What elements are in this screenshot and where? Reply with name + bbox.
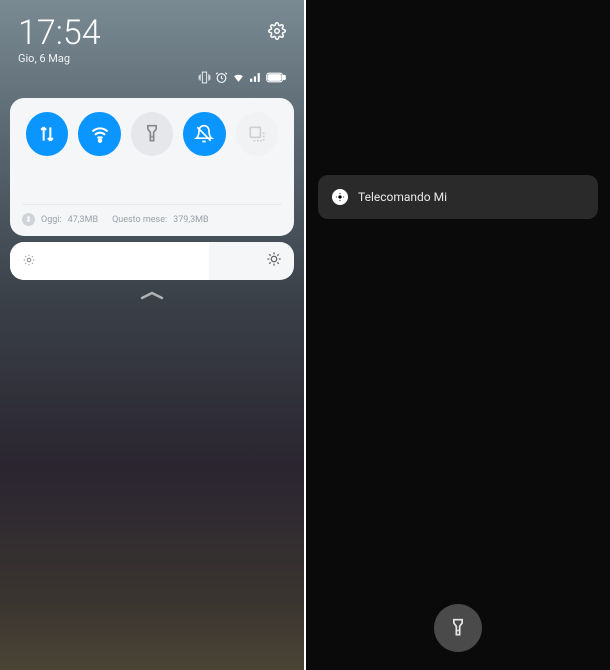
usage-month-label: Questo mese: [112,215,167,225]
brightness-low-icon [22,252,36,271]
date: Gio, 6 Mag [18,52,101,65]
signal-icon [249,71,262,84]
gear-icon [268,22,286,40]
flashlight-fab[interactable] [434,604,482,652]
phone-right-lockscreen: Telecomando Mi [306,0,610,670]
chevron-up-icon [138,289,166,301]
notification-card[interactable]: Telecomando Mi [318,175,598,219]
usage-today-value: 47,3MB [68,215,98,225]
brightness-fill [10,242,209,280]
vibrate-icon [198,71,211,84]
brightness-high-icon [266,251,282,271]
usage-today-label: Oggi: [41,215,62,225]
data-usage-row[interactable]: ⬍ Oggi: 47,3MB Questo mese: 379,3MB [22,204,282,226]
screenshot-icon [247,124,267,144]
notification-title: Telecomando Mi [358,190,447,204]
usage-badge-icon: ⬍ [22,213,35,226]
status-bar-icons [0,71,304,92]
mobile-data-toggle[interactable] [26,112,68,156]
screenshot-toggle[interactable] [236,112,278,156]
remote-app-icon [332,189,348,205]
flashlight-toggle[interactable] [131,112,173,156]
usage-month-value: 379,3MB [173,215,208,225]
brightness-slider[interactable] [10,242,294,280]
clock: 17:54 [18,16,101,50]
flashlight-icon [448,618,468,638]
dnd-toggle[interactable] [183,112,225,156]
wifi-toggle[interactable] [78,112,120,156]
alarm-icon [215,71,228,84]
toggle-row [22,112,282,156]
expand-handle[interactable] [0,286,304,305]
time-block: 17:54 Gio, 6 Mag [18,16,101,65]
phone-left-quicksettings: 17:54 Gio, 6 Mag [0,0,304,670]
status-header: 17:54 Gio, 6 Mag [0,0,304,71]
flashlight-icon [142,124,162,144]
data-arrows-icon [37,124,57,144]
settings-button[interactable] [268,22,286,40]
wifi-icon [90,124,110,144]
battery-icon [266,72,286,83]
wifi-status-icon [232,71,245,84]
quick-settings-panel: ⬍ Oggi: 47,3MB Questo mese: 379,3MB [10,98,294,236]
dnd-icon [194,124,214,144]
